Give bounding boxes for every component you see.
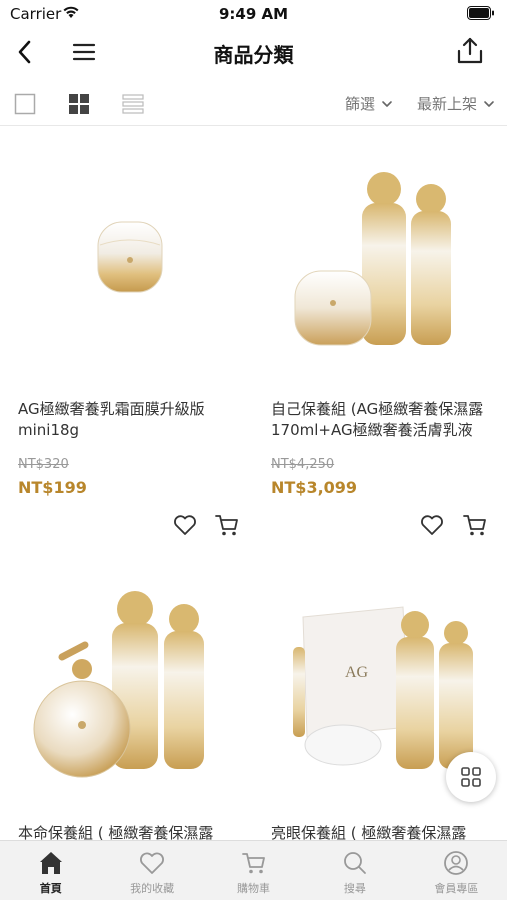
nav-bar: 商品分類: [0, 28, 507, 76]
bottom-tab-bar: 首頁 我的收藏 購物車 搜尋 會員專區: [0, 840, 507, 900]
cart-icon[interactable]: [214, 512, 240, 538]
view-toolbar: 篩選 最新上架: [0, 80, 507, 126]
product-image[interactable]: [0, 557, 253, 807]
chevron-down-icon: [484, 100, 494, 107]
heart-icon[interactable]: [172, 512, 198, 538]
chevron-down-icon: [382, 100, 392, 107]
cart-icon[interactable]: [462, 512, 488, 538]
share-icon[interactable]: [455, 36, 485, 66]
product-card[interactable]: 本命保養組 ( 極緻奢養保濕露: [0, 557, 253, 840]
tab-favorites[interactable]: 我的收藏: [101, 841, 202, 900]
product-image[interactable]: [0, 127, 253, 377]
user-icon: [444, 851, 469, 875]
home-icon: [39, 852, 62, 874]
product-image[interactable]: [253, 127, 506, 377]
heart-icon[interactable]: [419, 512, 445, 538]
heart-icon: [140, 852, 165, 874]
tab-search[interactable]: 搜尋: [304, 841, 405, 900]
filter-label: 篩選: [344, 95, 375, 113]
tab-label: 搜尋: [343, 882, 366, 895]
grid-icon: [461, 767, 481, 787]
single-view-icon[interactable]: [14, 93, 36, 115]
original-price: NT$320: [18, 457, 69, 472]
sale-price: NT$199: [18, 478, 87, 497]
battery-icon: [467, 6, 494, 20]
floating-category-button[interactable]: [446, 752, 496, 802]
hamburger-menu-icon[interactable]: [70, 38, 98, 66]
original-price: NT$4,250: [271, 457, 335, 472]
product-grid: AG極緻奢養乳霜面膜升級版mini18g NT$320 NT$199 自己保養組…: [0, 127, 507, 840]
sort-label: 最新上架: [416, 95, 477, 113]
product-name[interactable]: AG極緻奢養乳霜面膜升級版mini18g: [18, 399, 240, 441]
tab-label: 我的收藏: [130, 882, 175, 895]
tab-home[interactable]: 首頁: [0, 841, 101, 900]
tab-member[interactable]: 會員專區: [406, 841, 507, 900]
status-bar: Carrier 9:49 AM: [0, 0, 507, 28]
product-name[interactable]: 本命保養組 ( 極緻奢養保濕露: [18, 823, 240, 840]
product-name[interactable]: 亮眼保養組 ( 極緻奢養保濕露: [271, 823, 493, 840]
status-time: 9:49 AM: [218, 5, 289, 23]
tab-label: 購物車: [237, 882, 271, 895]
tab-label: 會員專區: [434, 882, 479, 895]
product-card[interactable]: AG極緻奢養乳霜面膜升級版mini18g NT$320 NT$199: [0, 127, 253, 557]
product-card[interactable]: 自己保養組 (AG極緻奢養保濕露170ml+AG極緻奢養活膚乳液 NT$4,25…: [253, 127, 506, 557]
tab-label: 首頁: [39, 882, 62, 895]
cart-icon: [241, 853, 265, 874]
filter-dropdown[interactable]: 篩選: [345, 93, 393, 114]
tab-cart[interactable]: 購物車: [203, 841, 304, 900]
product-name[interactable]: 自己保養組 (AG極緻奢養保濕露170ml+AG極緻奢養活膚乳液: [271, 399, 493, 441]
sale-price: NT$3,099: [271, 478, 358, 497]
ag-logo: AG: [345, 664, 369, 681]
grid-view-icon[interactable]: [68, 93, 90, 115]
search-icon: [344, 852, 366, 874]
list-view-icon[interactable]: [122, 93, 144, 115]
back-arrow-icon[interactable]: [12, 38, 40, 66]
sort-dropdown[interactable]: 最新上架: [417, 93, 495, 114]
